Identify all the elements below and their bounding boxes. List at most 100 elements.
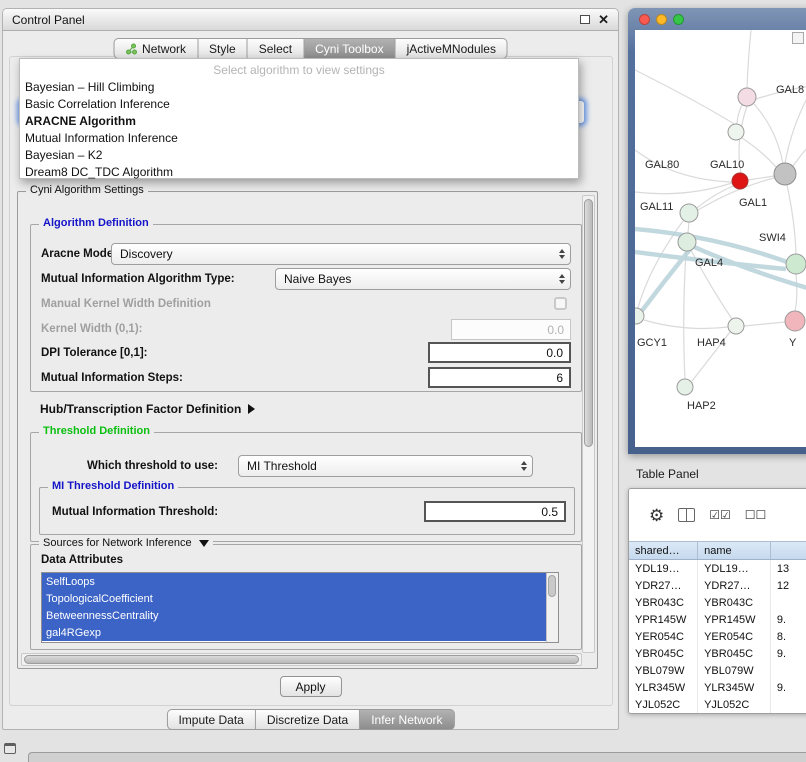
cell[interactable]: YBR045C xyxy=(698,645,771,662)
float-window-icon[interactable] xyxy=(580,15,590,24)
control-panel-titlebar[interactable]: Control Panel ✕ xyxy=(3,9,618,31)
zoom-window-button[interactable] xyxy=(673,14,684,25)
algorithm-option[interactable]: Bayesian – K2 xyxy=(20,146,578,163)
network-node-gal1[interactable] xyxy=(774,163,796,185)
cell[interactable]: YBL079W xyxy=(698,662,771,679)
cell[interactable]: YER054C xyxy=(629,628,698,645)
tab-impute-data[interactable]: Impute Data xyxy=(166,709,255,730)
list-scrollbar[interactable] xyxy=(546,573,558,642)
algorithm-option-selected[interactable]: ARACNE Algorithm xyxy=(20,112,578,129)
cell[interactable]: YDR27… xyxy=(629,577,698,594)
cell[interactable]: YPR145W xyxy=(698,611,771,628)
network-node-hap4[interactable] xyxy=(728,318,744,334)
table-row[interactable]: YLR345W YLR345W 9. xyxy=(629,679,806,696)
cell[interactable] xyxy=(771,696,806,713)
cell[interactable]: 9. xyxy=(771,679,806,696)
settings-horizontal-scrollbar[interactable] xyxy=(21,653,582,666)
mi-steps-input[interactable]: 6 xyxy=(428,367,571,388)
cell[interactable]: 8. xyxy=(771,628,806,645)
cell[interactable]: YJL052C xyxy=(698,696,771,713)
network-node-gal10-selected[interactable] xyxy=(732,173,748,189)
cell[interactable]: YLR345W xyxy=(698,679,771,696)
settings-vertical-scrollbar-thumb[interactable] xyxy=(584,199,593,447)
manual-kernel-checkbox[interactable] xyxy=(554,297,567,310)
mi-type-select[interactable]: Naive Bayes xyxy=(275,268,571,290)
column-header[interactable] xyxy=(771,542,806,559)
cell[interactable]: YER054C xyxy=(698,628,771,645)
aracne-mode-select[interactable]: Discovery xyxy=(111,243,571,265)
cell[interactable]: YJL052C xyxy=(629,696,698,713)
close-icon[interactable]: ✕ xyxy=(598,13,609,26)
column-header-name[interactable]: name xyxy=(698,542,771,559)
table-row[interactable]: YJL052C YJL052C xyxy=(629,696,806,713)
attribute-item[interactable]: gal4RGexp xyxy=(42,624,558,641)
network-node-swi4[interactable] xyxy=(786,254,806,274)
cell[interactable] xyxy=(771,662,806,679)
cell[interactable]: YBL079W xyxy=(629,662,698,679)
hub-section-toggle[interactable]: Hub/Transcription Factor Definition xyxy=(40,398,255,420)
node-label: SWI4 xyxy=(759,232,786,244)
column-header-shared-name[interactable]: shared… xyxy=(629,542,698,559)
table-row[interactable]: YDL19… YDL19… 13 xyxy=(629,560,806,577)
deselect-all-icon[interactable]: ☐☐ xyxy=(745,509,767,521)
table-row[interactable]: YPR145W YPR145W 9. xyxy=(629,611,806,628)
table-row[interactable]: YDR27… YDR27… 12 xyxy=(629,577,806,594)
cell[interactable]: YBR045C xyxy=(629,645,698,662)
list-scrollbar-thumb[interactable] xyxy=(548,575,556,597)
close-window-button[interactable] xyxy=(639,14,650,25)
cell[interactable]: YBR043C xyxy=(698,594,771,611)
algorithm-option[interactable]: Basic Correlation Inference xyxy=(20,95,578,112)
tab-select[interactable]: Select xyxy=(248,38,304,59)
table-row[interactable]: YBL079W YBL079W xyxy=(629,662,806,679)
cell[interactable]: YDL19… xyxy=(698,560,771,577)
algorithm-option[interactable]: Mutual Information Inference xyxy=(20,129,578,146)
cell[interactable]: YLR345W xyxy=(629,679,698,696)
cell[interactable]: YBR043C xyxy=(629,594,698,611)
restore-panel-icon[interactable] xyxy=(4,743,16,754)
algorithm-placeholder[interactable]: Select algorithm to view settings xyxy=(20,61,578,78)
select-all-icon[interactable]: ☑☑ xyxy=(709,509,731,521)
data-attributes-list[interactable]: SelfLoops TopologicalCoefficient Between… xyxy=(41,572,559,643)
cell[interactable] xyxy=(771,594,806,611)
sources-section-toggle[interactable]: Sources for Network Inference xyxy=(39,537,213,549)
attribute-item[interactable]: SelfLoops xyxy=(42,573,558,590)
kernel-width-input[interactable]: 0.0 xyxy=(451,319,571,340)
tab-infer-network[interactable]: Infer Network xyxy=(360,709,454,730)
tab-network[interactable]: Network xyxy=(113,38,198,59)
which-threshold-select[interactable]: MI Threshold xyxy=(238,455,533,477)
algorithm-option[interactable]: Bayesian – Hill Climbing xyxy=(20,78,578,95)
settings-vertical-scrollbar[interactable] xyxy=(582,195,595,653)
gear-icon[interactable]: ⚙ xyxy=(649,507,664,524)
cell[interactable]: 12 xyxy=(771,577,806,594)
attribute-item[interactable]: BetweennessCentrality xyxy=(42,607,558,624)
tab-jactivemodules[interactable]: jActiveMNodules xyxy=(396,38,508,59)
node-label: GCY1 xyxy=(637,337,667,349)
cell[interactable]: 9. xyxy=(771,611,806,628)
algorithm-option[interactable]: Dream8 DC_TDC Algorithm xyxy=(20,163,578,180)
dpi-tolerance-input[interactable]: 0.0 xyxy=(428,342,571,363)
cell[interactable]: YPR145W xyxy=(629,611,698,628)
table-row[interactable]: YBR045C YBR045C 9. xyxy=(629,645,806,662)
cell[interactable]: 9. xyxy=(771,645,806,662)
network-node-gal4[interactable] xyxy=(678,233,696,251)
network-canvas[interactable]: GAL80 GAL10 GAL8 GAL11 GAL1 SWI4 GAL4 GC… xyxy=(635,30,806,447)
attribute-item[interactable]: TopologicalCoefficient xyxy=(42,590,558,607)
network-node-hap2[interactable] xyxy=(677,379,693,395)
tab-style[interactable]: Style xyxy=(198,38,248,59)
table-row[interactable]: YER054C YER054C 8. xyxy=(629,628,806,645)
cell[interactable]: YDL19… xyxy=(629,560,698,577)
network-node-gal11[interactable] xyxy=(680,204,698,222)
tab-cyni-toolbox[interactable]: Cyni Toolbox xyxy=(304,38,395,59)
network-node[interactable] xyxy=(785,311,805,331)
mi-threshold-input[interactable]: 0.5 xyxy=(424,501,566,522)
tab-discretize-data[interactable]: Discretize Data xyxy=(256,709,360,730)
cell[interactable]: YDR27… xyxy=(698,577,771,594)
table-row[interactable]: YBR043C YBR043C xyxy=(629,594,806,611)
network-node[interactable] xyxy=(728,124,744,140)
network-node[interactable] xyxy=(738,88,756,106)
apply-button[interactable]: Apply xyxy=(279,676,341,697)
settings-horizontal-scrollbar-thumb[interactable] xyxy=(24,655,579,664)
columns-icon[interactable] xyxy=(678,508,695,522)
minimize-window-button[interactable] xyxy=(656,14,667,25)
cell[interactable]: 13 xyxy=(771,560,806,577)
